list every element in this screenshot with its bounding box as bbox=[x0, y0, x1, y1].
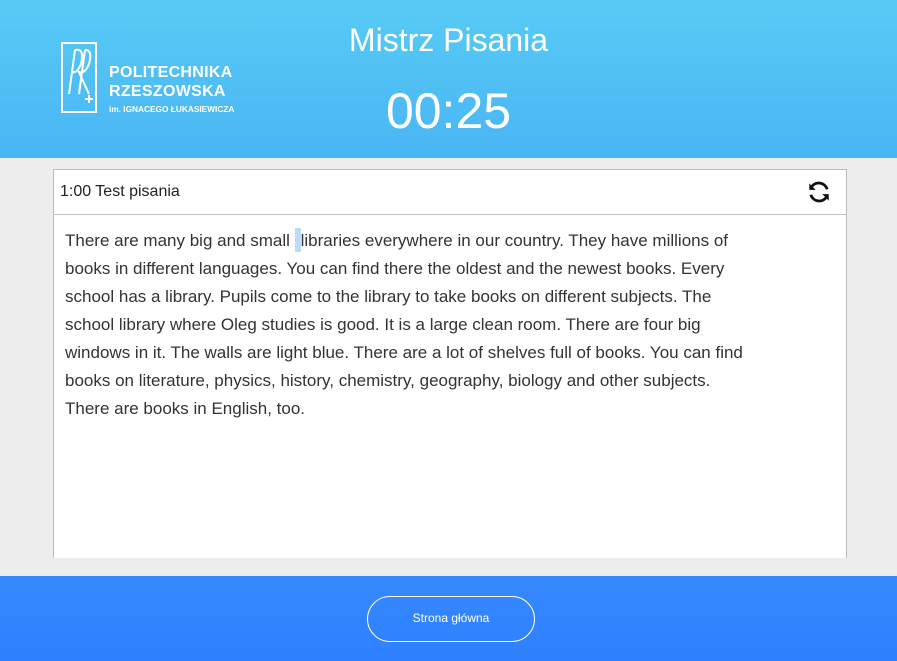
text-line: windows in it. The walls are light blue.… bbox=[65, 343, 743, 362]
header: POLITECHNIKA RZESZOWSKA im. IGNACEGO ŁUK… bbox=[0, 0, 897, 158]
typing-text[interactable]: There are many big and small libraries e… bbox=[54, 215, 846, 435]
text-line: books on literature, physics, history, c… bbox=[65, 371, 711, 390]
text-line: books in different languages. You can fi… bbox=[65, 259, 725, 278]
typed-text: There are many big and small bbox=[65, 231, 290, 250]
typing-test-panel: 1:00 Test pisania There are many big and… bbox=[53, 169, 847, 558]
text-line: school library where Oleg studies is goo… bbox=[65, 315, 701, 334]
logo-text: POLITECHNIKA bbox=[109, 64, 233, 81]
app-title: Mistrz Pisania bbox=[348, 22, 549, 58]
home-button[interactable]: Strona główna bbox=[367, 596, 535, 642]
text-line: school has a library. Pupils come to the… bbox=[65, 287, 712, 306]
test-title: 1:00 Test pisania bbox=[60, 183, 180, 200]
refresh-icon[interactable] bbox=[806, 179, 832, 205]
countdown-timer: 00:25 bbox=[385, 83, 512, 139]
text-line: There are many big and small libraries e… bbox=[65, 227, 835, 255]
footer: Strona główna bbox=[0, 576, 897, 661]
remaining-text: libraries everywhere in our country. The… bbox=[300, 231, 729, 250]
text-line: There are books in English, too. bbox=[65, 399, 306, 418]
panel-header: 1:00 Test pisania bbox=[54, 170, 846, 215]
